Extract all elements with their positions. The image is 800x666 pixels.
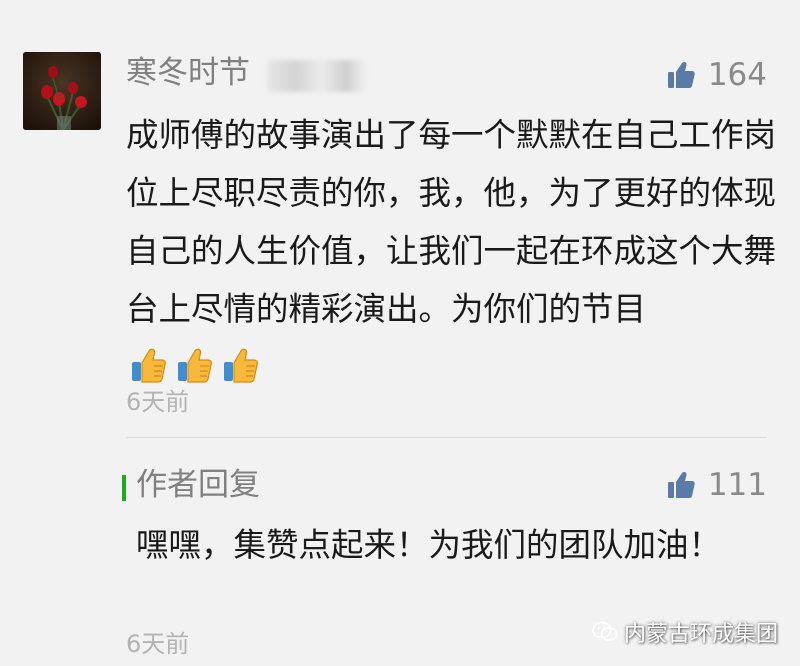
comment-body: 成师傅的故事演出了每一个默默在自己工作岗位上尽职尽责的你，我，他，为了更好的体现…: [126, 116, 777, 328]
reply-like-count: 111: [707, 467, 767, 503]
wechat-icon: [592, 621, 618, 641]
watermark-text: 内蒙古环成集团: [623, 622, 778, 647]
thumbs-up-emoji: [178, 348, 212, 383]
comment-like-count: 164: [707, 57, 767, 93]
reply-label: 作者回复: [136, 467, 260, 503]
thumbs-up-emoji: [224, 348, 258, 383]
comment-timestamp: 6天前: [126, 388, 190, 416]
reply-text: 嘿嘿，集赞点起来！为我们的团队加油！: [136, 526, 722, 564]
reply-accent-bar: [122, 475, 126, 501]
red-roses-avatar: [23, 52, 101, 130]
username-blur-mask: [267, 60, 365, 92]
reply-timestamp: 6天前: [126, 630, 190, 658]
reply-like-button[interactable]: 111: [666, 465, 767, 505]
divider: [126, 437, 767, 438]
thumbs-up-emoji: [132, 348, 166, 383]
thumbs-up-icon: [667, 61, 695, 88]
thumbs-up-icon: [667, 471, 695, 498]
comment-username[interactable]: 寒冬时节: [126, 53, 250, 93]
thumbs-up-emoji-group: [130, 346, 260, 384]
watermark: 内蒙古环成集团: [592, 616, 778, 648]
comment-like-button[interactable]: 164: [666, 55, 767, 95]
comment-text: 成师傅的故事演出了每一个默默在自己工作岗位上尽职尽责的你，我，他，为了更好的体现…: [126, 106, 776, 396]
avatar[interactable]: [23, 52, 101, 130]
